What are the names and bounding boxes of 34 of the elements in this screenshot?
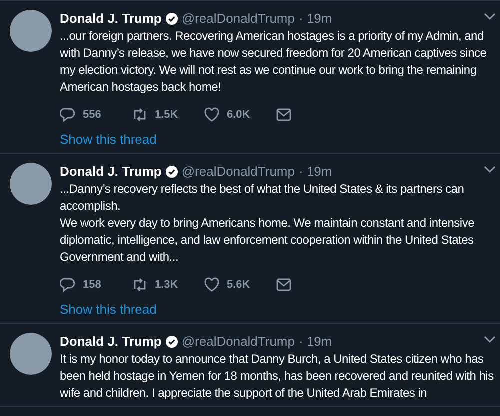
envelope-icon[interactable] (276, 108, 292, 122)
tweet-time[interactable]: · 19m (299, 334, 332, 349)
show-thread-link[interactable]: Show this thread (60, 132, 157, 147)
author-handle[interactable]: @realDonaldTrump (182, 334, 295, 349)
tweet-text: ...Danny’s recovery reflects the best of what the United States & its partners can accomplish. We work every day to bring Americans home. We maintain constant and intensive diplomatic, intelligence, and law enforcement cooperation within the United States Government and with... (60, 181, 476, 266)
author-name[interactable]: Donald J. Trump (60, 334, 162, 349)
speech-bubble-icon[interactable] (60, 277, 76, 293)
author-name[interactable]: Donald J. Trump (60, 164, 162, 179)
chevron-down-icon[interactable] (484, 166, 496, 174)
speech-bubble-icon[interactable] (60, 107, 76, 123)
author-handle[interactable]: @realDonaldTrump (182, 11, 295, 26)
reply-count: 158 (83, 279, 102, 291)
tweet-time[interactable]: · 19m (299, 11, 332, 26)
envelope-icon[interactable] (276, 278, 292, 292)
show-thread-link[interactable]: Show this thread (60, 302, 157, 317)
avatar-photo[interactable] (10, 333, 52, 375)
chevron-down-icon[interactable] (484, 13, 496, 21)
like-count: 5.6K (227, 279, 250, 291)
avatar-photo[interactable] (10, 10, 52, 52)
tweet-text: It is my honor today to announce that Danny Burch, a United States citizen who has been held hostage in Yemen for 18 months, has been recovered and reunited with his wife and children. I appreciate the support of the United Arab Emirates in (60, 351, 495, 402)
avatar-photo[interactable] (10, 163, 52, 205)
author-handle[interactable]: @realDonaldTrump (182, 164, 295, 179)
reply-count: 556 (83, 109, 102, 121)
retweet-icon[interactable] (132, 277, 148, 293)
heart-icon[interactable] (204, 277, 220, 293)
retweet-icon[interactable] (132, 107, 148, 123)
chevron-down-icon[interactable] (484, 336, 496, 344)
heart-icon[interactable] (204, 107, 220, 123)
tweet-text: ...our foreign partners. Recovering American hostages is a priority of my Admin, and with Danny’s release, we have now secured freedom for 20 American captives since my election victory. We will not rest as we continue our work to bring the remaining American hostages back home! (60, 28, 488, 96)
retweet-count: 1.3K (155, 279, 178, 291)
tweet-time[interactable]: · 19m (299, 164, 332, 179)
like-count: 6.0K (227, 109, 250, 121)
retweet-count: 1.5K (155, 109, 178, 121)
author-name[interactable]: Donald J. Trump (60, 11, 162, 26)
